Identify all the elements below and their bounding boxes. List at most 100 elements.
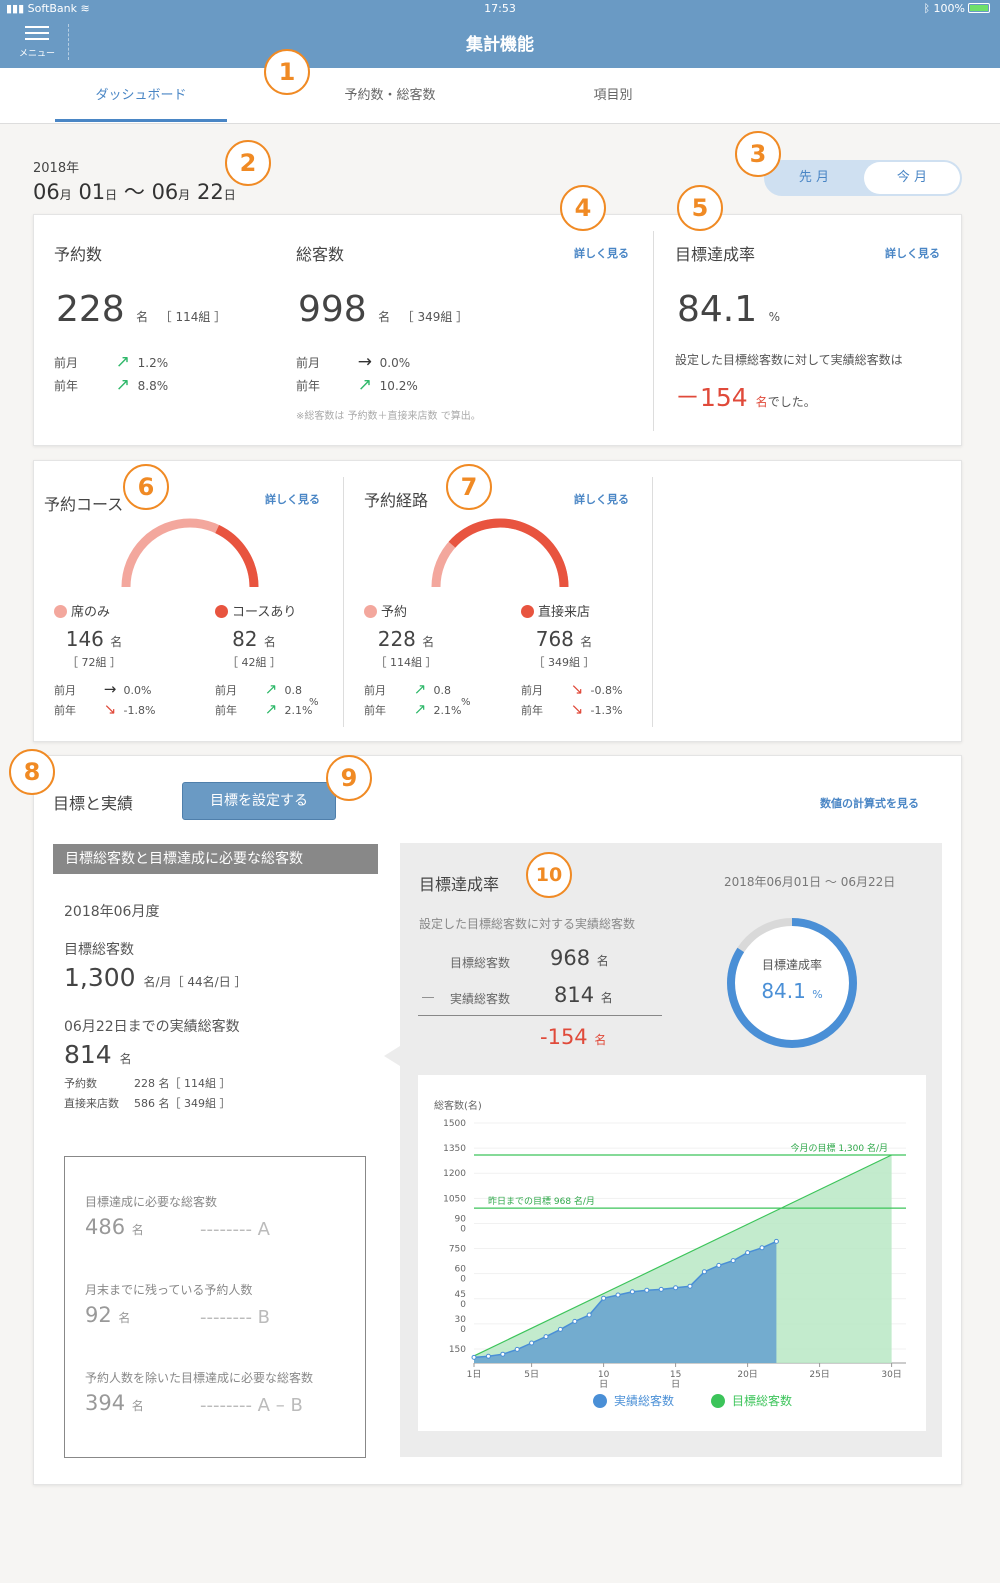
course-a-groups: ［ 72組 ］ [67,656,121,669]
x-tick-label: 20日 [737,1369,757,1380]
callout-marker: 2 [225,140,271,186]
tab-by-item[interactable]: 項目別 [513,84,713,103]
arrow-up-icon: ↗ [115,352,130,372]
legend-label: 実績総客数 [614,1393,674,1408]
value: 0.0% [123,684,152,697]
value: 1,300 [64,963,136,992]
target-value: 968 名 [550,946,609,970]
callout-marker: 8 [9,749,55,795]
prev-month-value: 0.0% [379,356,411,370]
unit: 日 [223,188,236,202]
reservations-more-link[interactable]: 詳しく見る [574,245,629,261]
actual-value: 814 名 [64,1040,132,1069]
y-tick-label: 1350 [443,1144,466,1154]
visitors-label: 総客数 [296,245,345,264]
walkin-label: 直接来店数 [64,1097,119,1110]
legend-label: 目標総客数 [732,1393,792,1408]
actual-data-point [701,1269,707,1275]
prev-year-label: 前年 [296,379,321,393]
current-month-button[interactable]: 今 月 [864,162,960,194]
arrow-up-icon: ↗ [264,700,278,718]
value: -154 [540,1025,588,1049]
stray-percent: % [309,697,319,708]
x-tick-label: 10 [598,1370,610,1380]
route-b-groups: ［ 349組 ］ [533,656,595,669]
actual-data-point [543,1334,549,1340]
prev-year-value: 8.8% [137,379,169,393]
arrow-up-icon: ↗ [357,375,372,395]
legend-dot [54,605,67,618]
unit: 名 [118,1311,131,1325]
prev-year-label: 前年 [364,704,386,717]
needed-visitors-box: 目標達成に必要な総客数 486 名 -------- A 月末までに残っている予… [64,1156,366,1458]
tab-dashboard[interactable]: ダッシュボード [41,84,241,103]
formula-link[interactable]: 数値の計算式を見る [820,795,919,811]
callout-marker: 1 [264,49,310,95]
stray-percent: % [461,697,471,708]
course-a-legend: 席のみ [54,601,110,620]
actual-label: 06月22日までの実績総客数 [64,1019,240,1035]
arrow-up-icon: ↗ [115,375,130,395]
actual-data-point [687,1283,693,1289]
actual-data-point [773,1238,779,1244]
actual-data-point [644,1287,650,1293]
prev-year-label: 前年 [54,379,79,393]
route-a-groups: ［ 114組 ］ [375,656,437,669]
panel-pointer [384,1046,400,1066]
x-tick-label: 日 [599,1379,608,1390]
value: 768 [535,627,574,651]
legend-dot [364,605,377,618]
course-label: 予約コース [44,495,124,514]
value: 0.8 [284,684,303,697]
unit: 月 [59,188,72,202]
callout-marker: 10 [526,852,572,898]
target-label: 目標総客数 [450,956,511,970]
route-more-link[interactable]: 詳しく見る [574,491,629,507]
tab-reservations-visitors[interactable]: 予約数・総客数 [290,84,490,103]
value: 82 [232,627,258,651]
route-b-compare: 前月 ↘ -0.8% 前年 ↘ -1.3% [521,680,622,720]
course-a-value: 146 名 [44,627,144,651]
route-a-compare: 前月 ↗ 0.8 前年 ↗ 2.1% [364,680,461,720]
route-gauge [431,518,569,588]
achievement-more-link[interactable]: 詳しく見る [885,245,940,261]
actual-data-point [586,1312,592,1318]
arrow-down-icon: ↘ [103,700,117,718]
month-segmented-control: 先 月 今 月 [764,160,962,196]
panel-title: 目標達成率 [419,875,500,894]
need-ab-label: 予約人数を除いた目標達成に必要な総客数 [85,1371,314,1385]
res-label: 予約数 [64,1077,97,1090]
achievement-label: 目標達成率 [675,245,756,264]
visitors-chart: 総客数(名)1500135012001050900750600450300150… [434,1099,906,1408]
value: 228 [56,289,125,330]
y-axis-label: 総客数(名) [434,1099,482,1112]
y-tick-label: 1200 [443,1169,466,1179]
arrow-down-icon: ↘ [570,700,584,718]
callout-marker: 7 [446,464,492,510]
x-tick-label: 日 [671,1379,680,1390]
fiscal-month: 2018年06月度 [64,904,160,920]
value: 998 [298,289,367,330]
actual-data-point [716,1262,722,1268]
callout-marker: 6 [123,464,169,510]
reservations-value: 228 名 ［ 114組 ］ [56,289,226,330]
unit: 名 [422,635,435,649]
target-value: 1,300 名/月［ 44名/日 ］ [64,963,247,992]
callout-marker: 9 [326,755,372,801]
divider [652,477,653,727]
achievement-desc: 設定した目標総客数に対して実績総客数は [675,353,903,367]
goal-title: 目標と実績 [53,794,134,813]
actual-data-point [557,1326,563,1332]
res-value: 228 名［ 114組 ］ [134,1077,231,1090]
prev-month-button[interactable]: 先 月 [766,162,862,194]
legend-label: 席のみ [71,605,111,620]
actual-data-point [500,1351,506,1357]
course-a-compare: 前月 → 0.0% 前年 ↘ -1.8% [54,680,155,720]
course-more-link[interactable]: 詳しく見る [265,491,320,507]
actual-data-point [629,1289,635,1295]
set-goal-button[interactable]: 目標を設定する [182,782,336,820]
actual-data-point [673,1285,679,1291]
need-a-value: 486 名 [85,1215,144,1239]
unit: 名 [600,991,613,1005]
route-a-legend: 予約 [364,601,407,620]
